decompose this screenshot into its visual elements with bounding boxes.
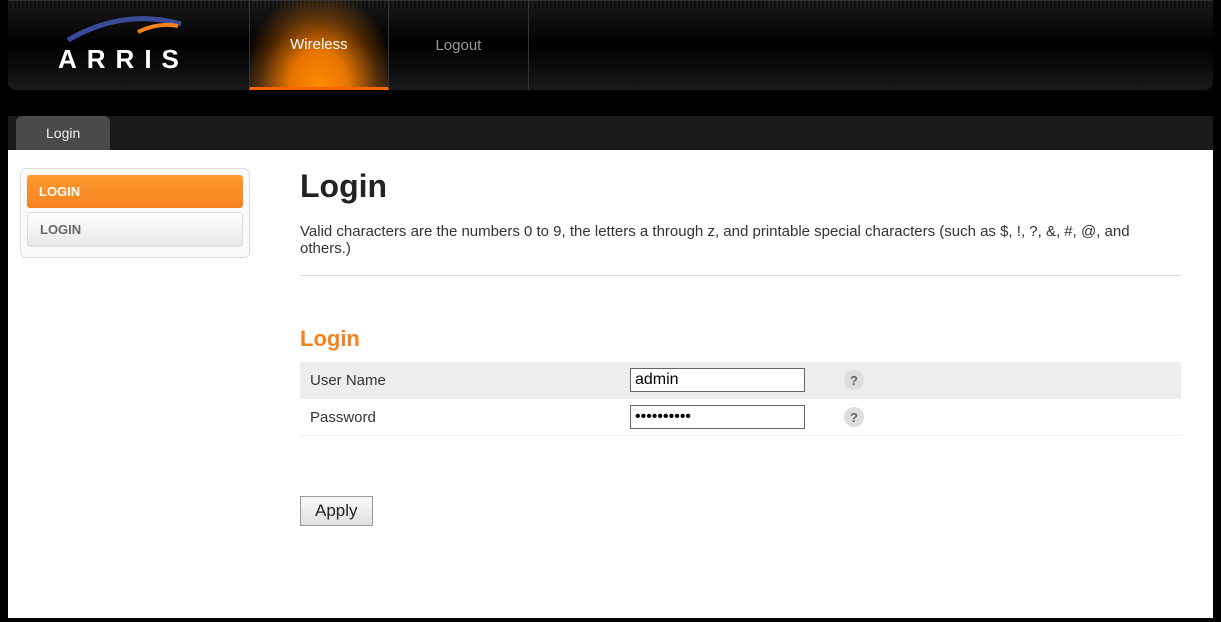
- help-icon[interactable]: ?: [844, 370, 864, 390]
- password-input[interactable]: [630, 405, 805, 429]
- sidebar-item-label: LOGIN: [39, 184, 80, 199]
- main-content: Login Valid characters are the numbers 0…: [250, 168, 1201, 600]
- password-label: Password: [300, 399, 620, 436]
- sidebar-item-login-active[interactable]: LOGIN: [27, 175, 243, 208]
- sidebar: LOGIN LOGIN: [20, 168, 250, 258]
- brand-name: ARRIS: [58, 44, 189, 75]
- sub-nav-item-login[interactable]: Login: [16, 116, 110, 150]
- nav-item-label: Logout: [435, 37, 481, 54]
- logo-swoosh-icon: [63, 16, 183, 44]
- header: ARRIS Wireless Logout: [8, 0, 1213, 90]
- content-area: LOGIN LOGIN Login Valid characters are t…: [8, 150, 1213, 618]
- page-title: Login: [300, 168, 1181, 205]
- nav-item-label: Wireless: [290, 36, 348, 53]
- nav-item-wireless[interactable]: Wireless: [249, 1, 389, 90]
- login-form-table: User Name ? Password ?: [300, 362, 1181, 436]
- help-icon[interactable]: ?: [844, 407, 864, 427]
- form-row-username: User Name ?: [300, 362, 1181, 399]
- username-label: User Name: [300, 362, 620, 399]
- nav-item-logout[interactable]: Logout: [389, 1, 529, 90]
- page-description: Valid characters are the numbers 0 to 9,…: [300, 223, 1181, 276]
- sub-nav-item-label: Login: [46, 125, 80, 141]
- brand-logo: ARRIS: [58, 16, 189, 75]
- sub-nav: Login: [8, 116, 1213, 150]
- apply-button[interactable]: Apply: [300, 496, 373, 526]
- form-row-password: Password ?: [300, 399, 1181, 436]
- sidebar-item-label: LOGIN: [40, 222, 81, 237]
- section-title: Login: [300, 326, 1181, 352]
- primary-nav: Wireless Logout: [249, 1, 529, 90]
- username-input[interactable]: [630, 368, 805, 392]
- sidebar-item-login[interactable]: LOGIN: [27, 212, 243, 247]
